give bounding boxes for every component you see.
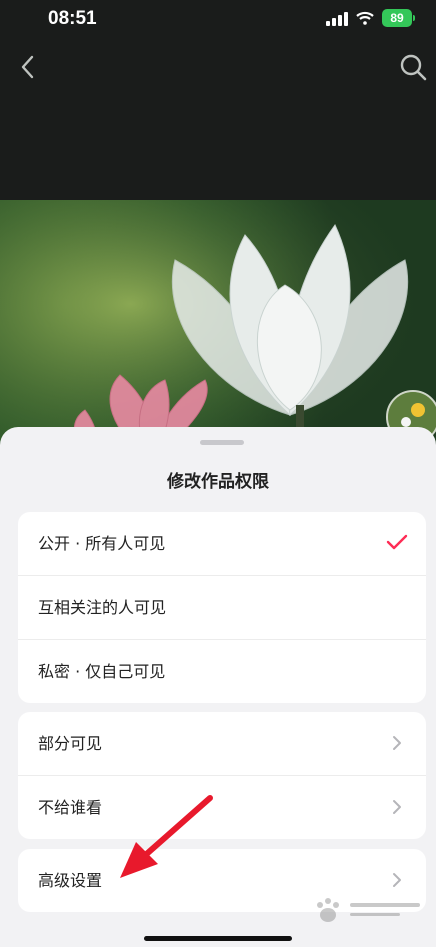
option-partially-visible[interactable]: 部分可见 bbox=[18, 712, 426, 776]
option-label: 私密 · 仅自己可见 bbox=[38, 662, 166, 681]
sheet-handle[interactable] bbox=[200, 440, 244, 445]
chevron-right-icon bbox=[393, 873, 401, 887]
option-mutual-followers[interactable]: 互相关注的人可见 bbox=[18, 576, 426, 640]
home-indicator bbox=[144, 936, 292, 941]
annotation-arrow bbox=[120, 795, 213, 878]
signal-icon bbox=[326, 12, 348, 26]
visibility-options-card: 公开 · 所有人可见 互相关注的人可见 私密 · 仅自己可见 bbox=[18, 512, 426, 703]
option-label: 不给谁看 bbox=[38, 798, 103, 817]
post-image bbox=[0, 200, 436, 460]
sheet-title: 修改作品权限 bbox=[167, 472, 269, 492]
battery-tip bbox=[413, 15, 415, 21]
status-time: 08:51 bbox=[48, 8, 97, 29]
chevron-right-icon bbox=[393, 800, 401, 814]
wifi-icon bbox=[356, 11, 374, 25]
partial-visibility-card: 部分可见 不给谁看 bbox=[18, 712, 426, 839]
battery-icon: 89 bbox=[382, 9, 412, 27]
search-icon[interactable] bbox=[398, 52, 428, 82]
option-label: 公开 · 所有人可见 bbox=[38, 534, 166, 553]
check-icon bbox=[386, 534, 408, 550]
option-hide-from[interactable]: 不给谁看 bbox=[18, 776, 426, 839]
option-label: 互相关注的人可见 bbox=[38, 598, 167, 617]
option-label: 部分可见 bbox=[38, 734, 103, 753]
back-icon[interactable] bbox=[16, 54, 40, 80]
chevron-right-icon bbox=[393, 736, 401, 750]
status-bar: 08:51 89 bbox=[0, 0, 436, 40]
option-public[interactable]: 公开 · 所有人可见 bbox=[18, 512, 426, 576]
option-private[interactable]: 私密 · 仅自己可见 bbox=[18, 640, 426, 703]
option-label: 高级设置 bbox=[38, 871, 103, 890]
watermark-logo bbox=[317, 898, 420, 922]
